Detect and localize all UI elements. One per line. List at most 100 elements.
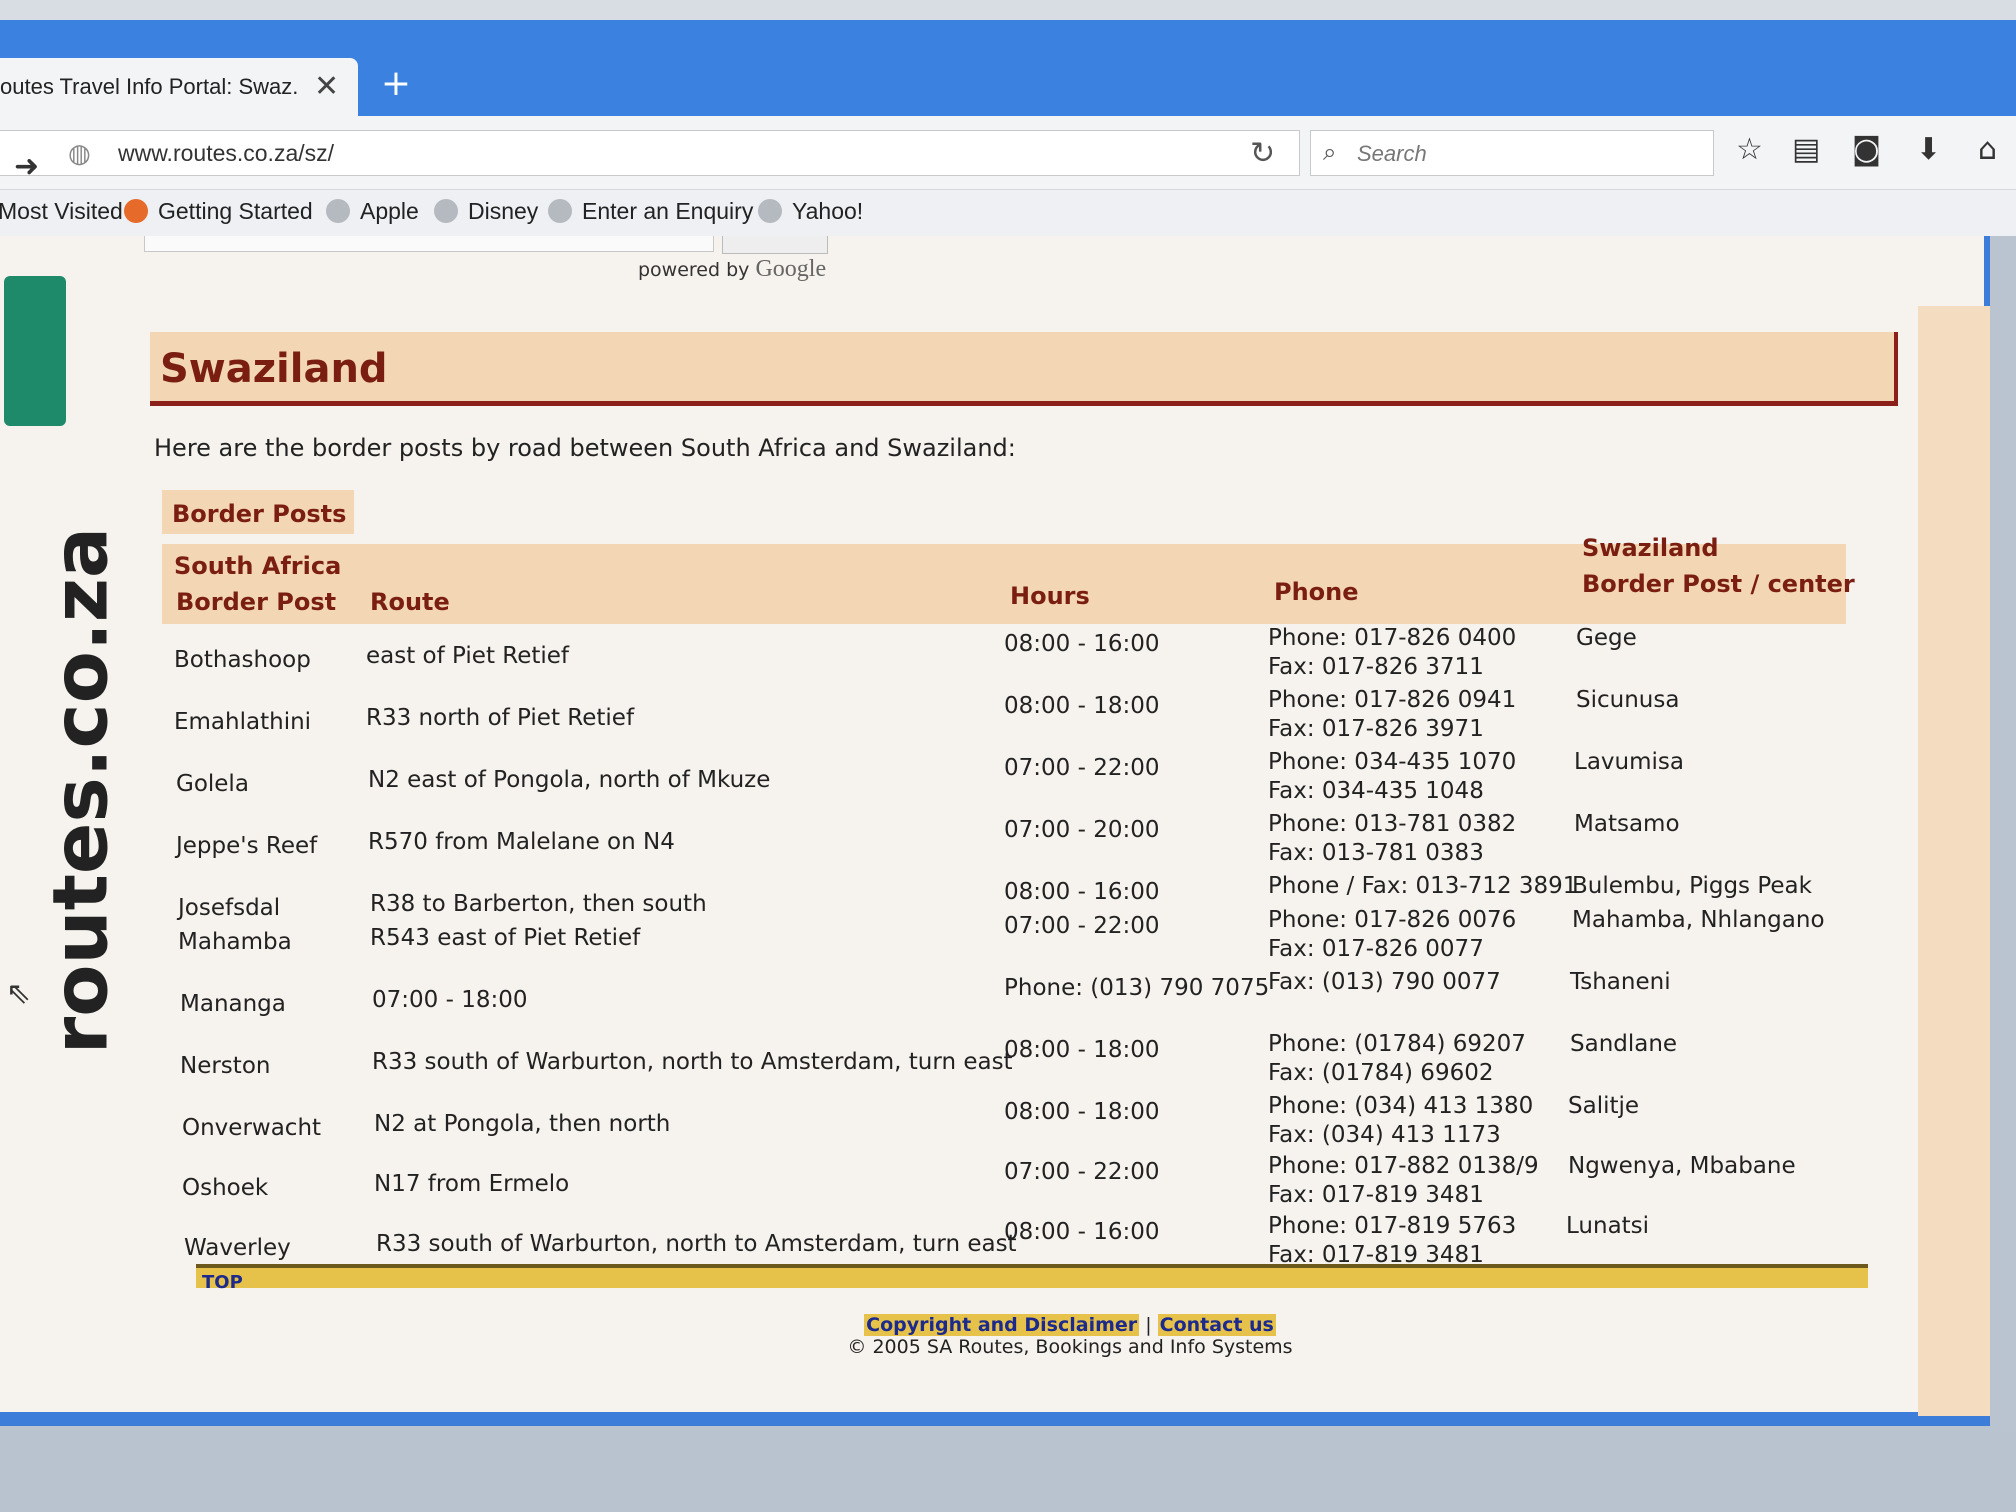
google-search-input[interactable] — [144, 236, 714, 252]
swaziland-post-cell: Ngwenya, Mbabane — [1568, 1153, 1796, 1179]
swaziland-post-cell: Matsamo — [1574, 811, 1680, 837]
new-tab-button[interactable]: + — [376, 66, 416, 106]
tab-title: outes Travel Info Portal: Swaz... — [0, 74, 300, 99]
swaziland-post-cell: Lavumisa — [1574, 749, 1684, 775]
footer: Copyright and Disclaimer | Contact us © … — [820, 1314, 1320, 1358]
phone-cell: Phone: (034) 413 1380 — [1268, 1093, 1534, 1119]
site-logo[interactable]: routes.co.za — [0, 276, 125, 1176]
route-cell: R543 east of Piet Retief — [370, 925, 641, 951]
route-cell: R33 south of Warburton, north to Amsterd… — [372, 1049, 1013, 1075]
fax-cell: Fax: 034-435 1048 — [1268, 778, 1484, 804]
group-swaziland: Swaziland — [1582, 534, 1719, 562]
forward-icon[interactable]: ➜ — [14, 149, 39, 184]
border-post-cell: Mananga — [180, 991, 286, 1017]
google-search-button[interactable] — [722, 236, 828, 254]
route-cell: east of Piet Retief — [366, 643, 570, 669]
table-caption: Border Posts — [172, 500, 347, 528]
bookmark-apple[interactable]: Apple — [326, 198, 419, 225]
bookmark-label: Enter an Enquiry — [582, 198, 754, 224]
bookmark-label: Yahoo! — [792, 198, 864, 224]
download-icon[interactable]: ⬇ — [1916, 132, 1941, 167]
group-south-africa: South Africa — [174, 552, 342, 580]
fax-cell: Fax: (01784) 69602 — [1268, 1060, 1494, 1086]
swaziland-post-cell: Sicunusa — [1576, 687, 1680, 713]
pocket-icon[interactable]: ◙ — [1852, 132, 1881, 167]
globe-icon — [758, 199, 782, 223]
bookmarks-bar: Most Visited Getting Started Apple Disne… — [0, 190, 2016, 236]
intro-text: Here are the border posts by road betwee… — [154, 434, 1016, 462]
powered-by-google: powered by Google — [638, 256, 826, 283]
logo-text: routes.co.za — [35, 526, 125, 1055]
phone-cell: Phone: 013-781 0382 — [1268, 811, 1517, 837]
bookmark-star-icon[interactable]: ☆ — [1736, 132, 1763, 167]
route-cell: R33 north of Piet Retief — [366, 705, 635, 731]
copyright-text: © 2005 SA Routes, Bookings and Info Syst… — [847, 1336, 1293, 1358]
hours-cell: 08:00 - 18:00 — [1004, 1099, 1160, 1125]
phone-cell: Phone: 017-882 0138/9 — [1268, 1153, 1539, 1179]
border-post-cell: Oshoek — [182, 1175, 269, 1201]
search-input[interactable]: ⌕ Search — [1310, 130, 1714, 176]
close-icon[interactable]: ✕ — [314, 72, 339, 102]
bookmark-getting-started[interactable]: Getting Started — [124, 198, 313, 225]
copyright-link[interactable]: Copyright and Disclaimer — [864, 1314, 1140, 1336]
desktop-background — [0, 1432, 2016, 1512]
reading-list-icon[interactable]: ▤ — [1792, 132, 1820, 167]
column-border-post: Border Post — [176, 588, 337, 616]
hours-cell: 07:00 - 20:00 — [1004, 817, 1160, 843]
reload-icon[interactable]: ↻ — [1250, 136, 1275, 171]
url-text[interactable]: www.routes.co.za/sz/ — [118, 140, 334, 167]
border-post-cell: Josefsdal — [178, 895, 281, 921]
border-post-cell: Jeppe's Reef — [176, 833, 318, 859]
bookmark-label: Disney — [468, 198, 539, 224]
hours-cell: 07:00 - 22:00 — [1004, 1159, 1160, 1185]
browser-tab[interactable]: outes Travel Info Portal: Swaz... ✕ — [0, 58, 358, 116]
bookmark-label: Most Visited — [0, 198, 123, 224]
top-link[interactable]: TOP — [202, 1272, 243, 1293]
route-cell: N2 east of Pongola, north of Mkuze — [368, 767, 771, 793]
route-cell: R33 south of Warburton, north to Amsterd… — [376, 1231, 1017, 1257]
page-content: powered by Google routes.co.za ⇖ Swazila… — [0, 236, 1990, 1426]
bookmark-label: Apple — [360, 198, 419, 224]
hours-cell: 08:00 - 16:00 — [1004, 879, 1160, 905]
route-cell: 07:00 - 18:00 — [372, 987, 528, 1013]
fax-cell: Fax: 013-781 0383 — [1268, 840, 1484, 866]
border-post-cell: Emahlathini — [174, 709, 312, 735]
bookmark-disney[interactable]: Disney — [434, 198, 538, 225]
phone-cell: Fax: (013) 790 0077 — [1268, 969, 1501, 995]
hours-cell: 08:00 - 16:00 — [1004, 631, 1160, 657]
column-route: Route — [370, 588, 450, 616]
phone-cell: Phone: 017-826 0941 — [1268, 687, 1517, 713]
border-post-cell: Onverwacht — [182, 1115, 322, 1141]
phone-cell: Phone: 034-435 1070 — [1268, 749, 1517, 775]
phone-cell: Phone: 017-826 0400 — [1268, 625, 1517, 651]
url-bar[interactable]: ➜ ◍ www.routes.co.za/sz/ ↻ — [0, 130, 1300, 184]
globe-icon — [326, 199, 350, 223]
globe-icon — [548, 199, 572, 223]
fax-cell: Fax: 017-826 3971 — [1268, 716, 1484, 742]
swaziland-post-cell: Salitje — [1568, 1093, 1640, 1119]
route-sign-icon — [4, 276, 66, 426]
search-placeholder: Search — [1357, 141, 1427, 166]
phone-cell: Phone: (01784) 69207 — [1268, 1031, 1526, 1057]
hours-cell: 07:00 - 22:00 — [1004, 755, 1160, 781]
hours-cell: Phone: (013) 790 7075 — [1004, 975, 1270, 1001]
cursor-icon: ⇖ — [6, 976, 32, 1011]
route-cell: N2 at Pongola, then north — [374, 1111, 671, 1137]
bookmark-enter-an-enquiry[interactable]: Enter an Enquiry — [548, 198, 753, 225]
bookmark-yahoo[interactable]: Yahoo! — [758, 198, 863, 225]
phone-cell: Phone: 017-819 5763 — [1268, 1213, 1517, 1239]
hours-cell: 07:00 - 22:00 — [1004, 913, 1160, 939]
search-icon: ⌕ — [1323, 138, 1337, 166]
swaziland-post-cell: Lunatsi — [1566, 1213, 1650, 1239]
border-post-cell: Mahamba — [178, 929, 292, 955]
fax-cell: Fax: 017-819 3481 — [1268, 1182, 1484, 1208]
powered-by-text: powered by — [638, 259, 750, 281]
border-post-cell: Nerston — [180, 1053, 271, 1079]
navigation-bar: ➜ ◍ www.routes.co.za/sz/ ↻ ⌕ Search ☆ ▤ … — [0, 116, 2016, 190]
contact-link[interactable]: Contact us — [1157, 1314, 1276, 1336]
hours-cell: 08:00 - 16:00 — [1004, 1219, 1160, 1245]
bookmark-label: Getting Started — [158, 198, 313, 224]
home-icon[interactable]: ⌂ — [1978, 132, 1997, 167]
hours-cell: 08:00 - 18:00 — [1004, 693, 1160, 719]
bookmark-most-visited[interactable]: Most Visited — [0, 198, 123, 225]
